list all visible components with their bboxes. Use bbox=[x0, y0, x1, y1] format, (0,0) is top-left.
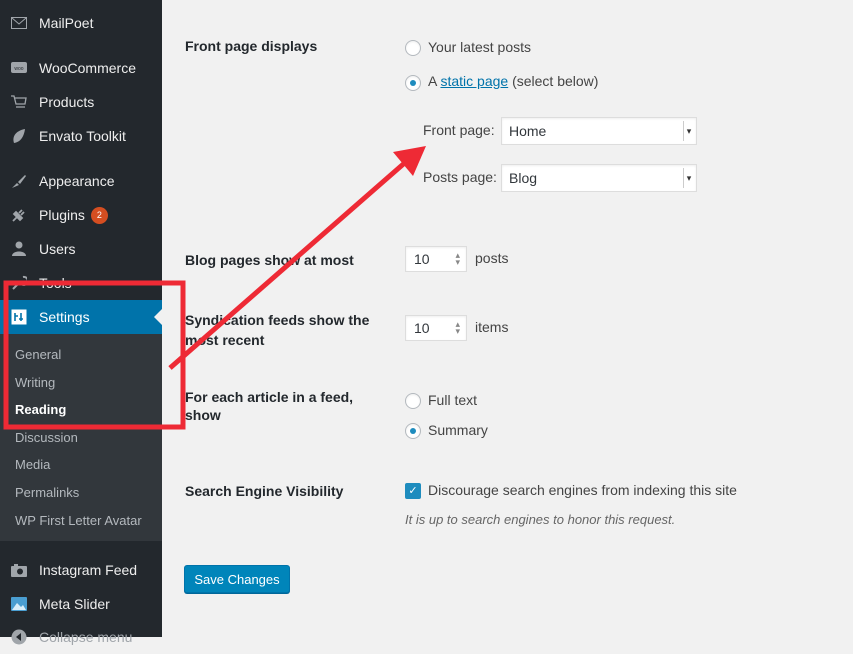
menu-tools[interactable]: Tools bbox=[0, 266, 162, 300]
camera-icon bbox=[11, 562, 27, 578]
posts-page-select[interactable]: Blog ▾ bbox=[501, 164, 697, 192]
settings-icon bbox=[11, 309, 27, 325]
mail-icon bbox=[11, 15, 27, 31]
image-icon bbox=[11, 596, 27, 612]
posts-per-page-value: 10 bbox=[414, 251, 430, 267]
discourage-search-label: Discourage search engines from indexing … bbox=[428, 482, 737, 498]
items-unit-label: items bbox=[475, 319, 509, 335]
static-page-prefix: A bbox=[428, 73, 437, 89]
settings-submenu: General Writing Reading Discussion Media… bbox=[0, 334, 162, 541]
menu-instagram-feed[interactable]: Instagram Feed bbox=[0, 553, 162, 587]
syndication-label-line2: most recent bbox=[185, 332, 265, 348]
latest-posts-radio[interactable] bbox=[405, 40, 421, 56]
feed-items-value: 10 bbox=[414, 320, 430, 336]
save-changes-button[interactable]: Save Changes bbox=[184, 565, 290, 593]
menu-label: Meta Slider bbox=[39, 596, 110, 612]
menu-label: Instagram Feed bbox=[39, 562, 138, 578]
active-menu-notch bbox=[154, 309, 162, 325]
menu-label: Envato Toolkit bbox=[39, 128, 126, 144]
menu-label: Tools bbox=[39, 275, 72, 291]
static-page-option: A static page (select below) bbox=[428, 73, 598, 89]
full-text-label: Full text bbox=[428, 392, 478, 408]
menu-label: WooCommerce bbox=[39, 60, 136, 76]
menu-label: Collapse menu bbox=[39, 629, 133, 645]
leaf-icon bbox=[11, 128, 27, 144]
collapse-icon bbox=[11, 629, 27, 645]
menu-settings[interactable]: Settings bbox=[0, 300, 162, 334]
front-page-displays-label: Front page displays bbox=[185, 38, 318, 54]
menu-label: Settings bbox=[39, 309, 90, 325]
static-page-link[interactable]: static page bbox=[440, 73, 508, 89]
spinner-icon[interactable]: ▴ ▾ bbox=[455, 251, 460, 267]
menu-products[interactable]: Products bbox=[0, 85, 162, 119]
dropdown-arrow-icon: ▾ bbox=[683, 168, 694, 188]
blog-pages-label: Blog pages show at most bbox=[185, 252, 354, 268]
feed-article-label-line2: show bbox=[185, 407, 221, 423]
submenu-permalinks[interactable]: Permalinks bbox=[15, 485, 79, 500]
submenu-discussion[interactable]: Discussion bbox=[15, 430, 78, 445]
menu-appearance[interactable]: Appearance bbox=[0, 164, 162, 198]
user-icon bbox=[11, 241, 27, 257]
update-count-badge: 2 bbox=[90, 206, 108, 224]
feed-items-input[interactable]: 10 ▴ ▾ bbox=[405, 315, 467, 341]
menu-label: Products bbox=[39, 94, 95, 110]
submenu-media[interactable]: Media bbox=[15, 457, 50, 472]
static-page-radio[interactable] bbox=[405, 75, 421, 91]
discourage-search-checkbox[interactable]: ✓ bbox=[405, 483, 421, 499]
menu-label: MailPoet bbox=[39, 15, 94, 31]
search-visibility-label: Search Engine Visibility bbox=[185, 483, 344, 499]
menu-plugins[interactable]: Plugins 2 bbox=[0, 198, 162, 232]
reading-settings-form: Front page displays Your latest posts A … bbox=[162, 0, 853, 637]
cart-icon bbox=[11, 94, 27, 110]
menu-mailpoet[interactable]: MailPoet bbox=[0, 6, 162, 40]
submenu-general[interactable]: General bbox=[15, 347, 61, 362]
collapse-menu-button[interactable]: Collapse menu bbox=[0, 620, 162, 654]
woo-icon: woo bbox=[11, 60, 27, 76]
front-page-select-value: Home bbox=[509, 123, 547, 139]
front-page-select[interactable]: Home ▾ bbox=[501, 117, 697, 145]
posts-page-select-value: Blog bbox=[509, 170, 538, 186]
submenu-wp-first-letter-avatar[interactable]: WP First Letter Avatar bbox=[15, 513, 142, 528]
menu-woocommerce[interactable]: woo WooCommerce bbox=[0, 51, 162, 85]
front-page-select-label: Front page: bbox=[423, 122, 495, 138]
posts-page-select-label: Posts page: bbox=[423, 169, 497, 185]
submenu-writing[interactable]: Writing bbox=[15, 375, 55, 390]
brush-icon bbox=[11, 173, 27, 189]
syndication-label-line1: Syndication feeds show the bbox=[185, 312, 370, 328]
summary-label: Summary bbox=[428, 422, 488, 438]
posts-per-page-input[interactable]: 10 ▴ ▾ bbox=[405, 246, 467, 272]
menu-users[interactable]: Users bbox=[0, 232, 162, 266]
full-text-radio[interactable] bbox=[405, 393, 421, 409]
search-visibility-description: It is up to search engines to honor this… bbox=[405, 512, 676, 527]
spinner-icon[interactable]: ▴ ▾ bbox=[455, 320, 460, 336]
wrench-icon bbox=[11, 275, 27, 291]
menu-label: Plugins bbox=[39, 207, 85, 223]
static-page-suffix: (select below) bbox=[512, 73, 599, 89]
menu-label: Users bbox=[39, 241, 76, 257]
feed-article-label-line1: For each article in a feed, bbox=[185, 389, 354, 405]
latest-posts-label: Your latest posts bbox=[428, 39, 531, 55]
svg-text:woo: woo bbox=[14, 66, 23, 72]
posts-unit-label: posts bbox=[475, 250, 509, 266]
admin-sidebar: MailPoet woo WooCommerce Products Envato… bbox=[0, 0, 162, 645]
submenu-reading[interactable]: Reading bbox=[15, 402, 66, 417]
menu-meta-slider[interactable]: Meta Slider bbox=[0, 587, 162, 621]
dropdown-arrow-icon: ▾ bbox=[683, 121, 694, 141]
menu-label: Appearance bbox=[39, 173, 115, 189]
menu-envato-toolkit[interactable]: Envato Toolkit bbox=[0, 119, 162, 153]
plug-icon bbox=[11, 207, 27, 223]
summary-radio[interactable] bbox=[405, 423, 421, 439]
